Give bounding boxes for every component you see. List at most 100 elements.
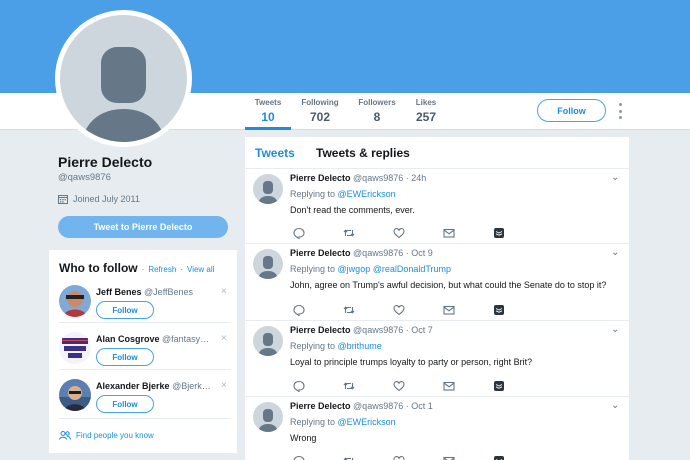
tweet[interactable]: Pierre Delecto @qaws9876 · Oct 1 ⌄ Reply… bbox=[245, 397, 629, 460]
buffer-icon[interactable] bbox=[493, 455, 505, 460]
reply-icon[interactable] bbox=[293, 455, 305, 460]
tweet-author-name[interactable]: Pierre Delecto bbox=[290, 401, 351, 411]
find-people-label: Find people you know bbox=[76, 431, 154, 440]
tab-tweets-and-replies[interactable]: Tweets & replies bbox=[316, 146, 410, 160]
avatar[interactable] bbox=[253, 326, 283, 356]
more-options-icon[interactable] bbox=[617, 103, 623, 119]
tweet-author-name[interactable]: Pierre Delecto bbox=[290, 173, 351, 183]
tab-tweets[interactable]: Tweets bbox=[255, 146, 295, 160]
stat-label: Likes bbox=[415, 98, 437, 107]
replying-to: Replying to @EWErickson bbox=[290, 189, 396, 199]
envelope-icon[interactable] bbox=[443, 304, 455, 316]
avatar[interactable] bbox=[253, 174, 283, 204]
tweet-author-handle[interactable]: @qaws9876 bbox=[353, 173, 403, 183]
tweet-text: John, agree on Trump's awful decision, b… bbox=[290, 280, 607, 290]
heart-icon[interactable] bbox=[393, 455, 405, 460]
tweet-header: Pierre Delecto @qaws9876 · 24h bbox=[290, 173, 427, 183]
buffer-icon[interactable] bbox=[493, 380, 505, 392]
dismiss-icon[interactable]: × bbox=[221, 286, 227, 297]
tweet-actions bbox=[290, 227, 520, 239]
heart-icon[interactable] bbox=[393, 304, 405, 316]
stat-tweets[interactable]: Tweets 10 bbox=[253, 98, 283, 124]
refresh-link[interactable]: Refresh bbox=[148, 265, 176, 274]
suggestion-follow-button[interactable]: Follow bbox=[96, 348, 154, 366]
dismiss-icon[interactable]: × bbox=[221, 333, 227, 344]
retweet-icon[interactable] bbox=[343, 380, 355, 392]
profile-avatar[interactable] bbox=[55, 10, 192, 147]
active-tab-indicator bbox=[245, 127, 291, 130]
suggestion-name[interactable]: Jeff Benes @JeffBenes bbox=[96, 287, 216, 297]
reply-icon[interactable] bbox=[293, 380, 305, 392]
stat-following[interactable]: Following 702 bbox=[299, 98, 341, 124]
divider bbox=[59, 369, 231, 370]
separator: · bbox=[141, 265, 145, 274]
tweet[interactable]: Pierre Delecto @qaws9876 · Oct 7 ⌄ Reply… bbox=[245, 321, 629, 397]
stat-value: 702 bbox=[309, 110, 331, 124]
timeline-tabs: Tweets Tweets & replies bbox=[245, 137, 629, 169]
buffer-icon[interactable] bbox=[493, 304, 505, 316]
view-all-link[interactable]: View all bbox=[187, 265, 214, 274]
avatar[interactable] bbox=[59, 285, 91, 317]
tweet-header: Pierre Delecto @qaws9876 · Oct 7 bbox=[290, 325, 433, 335]
envelope-icon[interactable] bbox=[443, 380, 455, 392]
tweet[interactable]: Pierre Delecto @qaws9876 · 24h ⌄ Replyin… bbox=[245, 169, 629, 244]
tweet-time[interactable]: Oct 9 bbox=[411, 248, 433, 258]
dismiss-icon[interactable]: × bbox=[221, 380, 227, 391]
retweet-icon[interactable] bbox=[343, 227, 355, 239]
avatar[interactable] bbox=[253, 402, 283, 432]
mention-link[interactable]: @brithume bbox=[338, 341, 382, 351]
stat-likes[interactable]: Likes 257 bbox=[413, 98, 439, 124]
tweet-header: Pierre Delecto @qaws9876 · Oct 9 bbox=[290, 248, 433, 258]
timeline: Tweets Tweets & replies Pierre Delecto @… bbox=[245, 137, 629, 460]
heart-icon[interactable] bbox=[393, 380, 405, 392]
chevron-down-icon[interactable]: ⌄ bbox=[611, 247, 619, 258]
envelope-icon[interactable] bbox=[443, 227, 455, 239]
retweet-icon[interactable] bbox=[343, 455, 355, 460]
follow-button[interactable]: Follow bbox=[537, 99, 606, 122]
mention-link[interactable]: @EWErickson bbox=[338, 189, 396, 199]
profile-name: Pierre Delecto bbox=[58, 154, 153, 170]
suggestion-name[interactable]: Alan Cosgrove @fantasy… bbox=[96, 334, 216, 344]
heart-icon[interactable] bbox=[393, 227, 405, 239]
reply-icon[interactable] bbox=[293, 227, 305, 239]
stat-value: 257 bbox=[415, 110, 437, 124]
retweet-icon[interactable] bbox=[343, 304, 355, 316]
divider bbox=[59, 418, 231, 419]
chevron-down-icon[interactable]: ⌄ bbox=[611, 172, 619, 183]
replying-to: Replying to @EWErickson bbox=[290, 417, 396, 427]
calendar-icon bbox=[58, 195, 68, 204]
replying-to: Replying to @brithume bbox=[290, 341, 382, 351]
avatar[interactable] bbox=[253, 249, 283, 279]
tweet-time[interactable]: Oct 1 bbox=[411, 401, 433, 411]
mention-link[interactable]: @EWErickson bbox=[338, 417, 396, 427]
tweet-actions bbox=[290, 380, 520, 392]
avatar[interactable] bbox=[59, 379, 91, 411]
tweet[interactable]: Pierre Delecto @qaws9876 · Oct 9 ⌄ Reply… bbox=[245, 244, 629, 321]
tweet-author-handle[interactable]: @qaws9876 bbox=[353, 325, 403, 335]
stat-value: 8 bbox=[373, 110, 381, 124]
tweet-author-name[interactable]: Pierre Delecto bbox=[290, 248, 351, 258]
tweet-author-handle[interactable]: @qaws9876 bbox=[353, 248, 403, 258]
avatar[interactable] bbox=[59, 332, 91, 364]
buffer-icon[interactable] bbox=[493, 227, 505, 239]
tweet-to-button[interactable]: Tweet to Pierre Delecto bbox=[58, 216, 228, 238]
chevron-down-icon[interactable]: ⌄ bbox=[611, 324, 619, 335]
tweet-author-handle[interactable]: @qaws9876 bbox=[353, 401, 403, 411]
suggestion-follow-button[interactable]: Follow bbox=[96, 301, 154, 319]
find-people-link[interactable]: Find people you know bbox=[59, 431, 154, 440]
tweet-header: Pierre Delecto @qaws9876 · Oct 1 bbox=[290, 401, 433, 411]
reply-icon[interactable] bbox=[293, 304, 305, 316]
mention-link[interactable]: @jwgop bbox=[338, 264, 371, 274]
suggestion-follow-button[interactable]: Follow bbox=[96, 395, 154, 413]
tweet-author-name[interactable]: Pierre Delecto bbox=[290, 325, 351, 335]
divider bbox=[59, 322, 231, 323]
who-to-follow-module: Who to follow · Refresh · View all Jeff … bbox=[49, 250, 237, 453]
suggestion-name[interactable]: Alexander Bjerke @Bjerk… bbox=[96, 381, 216, 391]
chevron-down-icon[interactable]: ⌄ bbox=[611, 400, 619, 411]
envelope-icon[interactable] bbox=[443, 455, 455, 460]
tweet-time[interactable]: 24h bbox=[411, 173, 426, 183]
tweet-time[interactable]: Oct 7 bbox=[411, 325, 433, 335]
tweet-text: Wrong bbox=[290, 433, 317, 443]
stat-followers[interactable]: Followers 8 bbox=[356, 98, 398, 124]
mention-link[interactable]: @realDonaldTrump bbox=[373, 264, 451, 274]
